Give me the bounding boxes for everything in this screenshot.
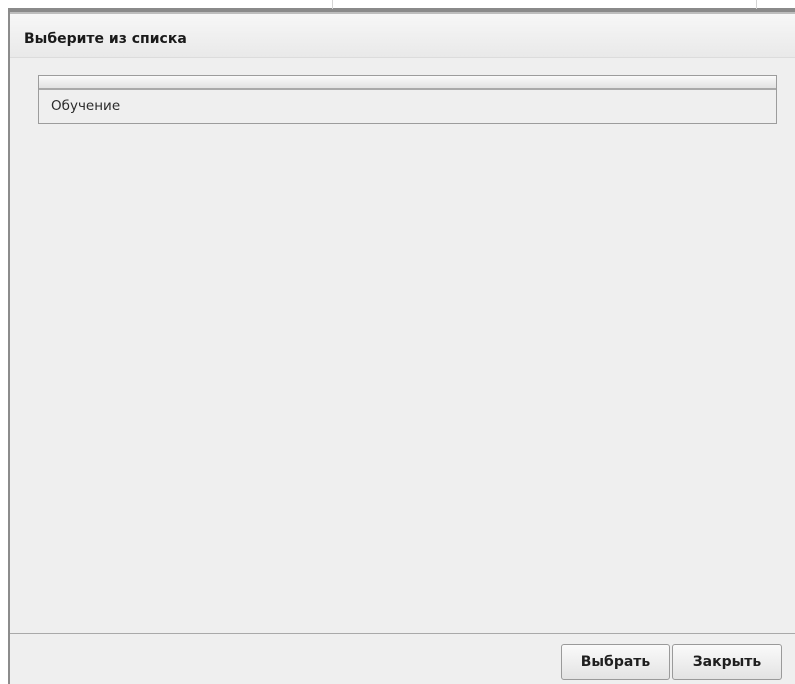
selection-list[interactable]: Обучение [38,75,777,124]
dialog-header: Выберите из списка [10,12,795,58]
list-header [39,76,776,90]
close-button[interactable]: Закрыть [672,644,782,680]
select-button[interactable]: Выбрать [561,644,670,680]
backdrop-separator [332,0,333,9]
footer-divider [10,633,795,634]
dialog-title: Выберите из списка [24,31,187,47]
backdrop-separator [756,0,757,9]
select-from-list-dialog: Выберите из списка Обучение Выбрать Закр… [8,12,795,684]
screen: Выберите из списка Обучение Выбрать Закр… [0,0,795,684]
list-item[interactable]: Обучение [39,90,776,123]
